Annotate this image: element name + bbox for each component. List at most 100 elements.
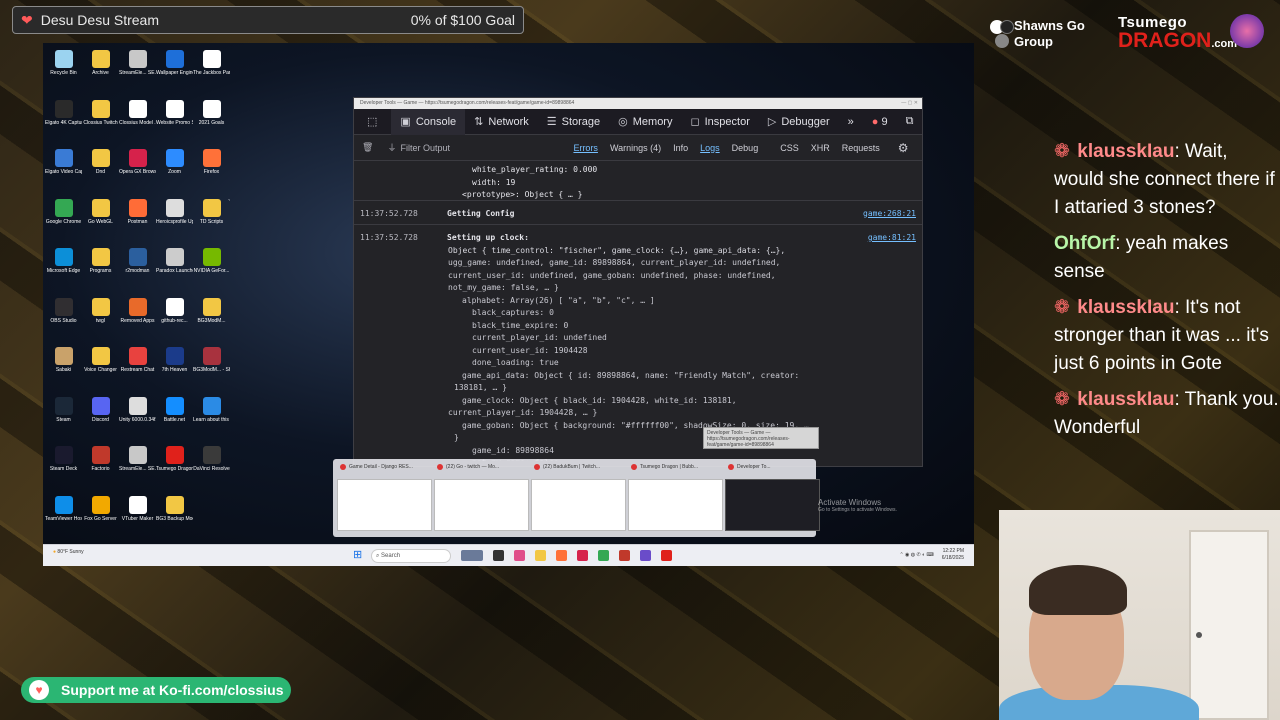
windows-start-icon[interactable]: ⊞ — [353, 550, 364, 561]
taskbar-thumbnail[interactable]: Game Detail - Django RES... — [337, 462, 432, 534]
tab-network[interactable]: ⇅ Network — [465, 109, 538, 135]
tab-console[interactable]: ▣ Console — [391, 108, 466, 135]
element-picker-icon[interactable]: ⬚ — [358, 109, 391, 135]
desktop-icon[interactable]: Opera GX Browser — [119, 146, 156, 196]
taskbar-thumbnail[interactable]: (22) Go - twitch — Mo... — [434, 462, 529, 534]
taskbar-app-icon[interactable] — [556, 550, 567, 561]
taskbar-app-icon[interactable] — [461, 550, 483, 561]
desktop-icon[interactable]: Clossius Twitch — [82, 97, 119, 147]
chat-username[interactable]: klausskIau — [1077, 297, 1174, 318]
settings-gear-icon[interactable]: ⚙ — [892, 141, 915, 155]
level-logs[interactable]: Logs — [694, 143, 726, 153]
taskbar-app-icon[interactable] — [493, 550, 504, 561]
desktop-icon[interactable]: 2021 Goals — [193, 97, 230, 147]
level-errors[interactable]: Errors — [567, 143, 604, 153]
desktop-icon[interactable]: Steam — [45, 394, 82, 444]
dock-icon[interactable]: ⧉ — [897, 109, 922, 135]
taskbar-thumbnail[interactable]: Tsumego Dragon | Bubb... — [628, 462, 723, 534]
console-source-link[interactable]: game:81:21 — [868, 233, 916, 242]
desktop-icon[interactable]: OBS Studio — [45, 295, 82, 345]
tab-memory[interactable]: ◎ Memory — [609, 109, 681, 135]
desktop-icon[interactable]: BG3ModM... - Shortcut — [193, 344, 230, 394]
level-info[interactable]: Info — [667, 143, 694, 153]
level-requests[interactable]: Requests — [836, 143, 886, 153]
trash-icon[interactable]: 🗑 — [362, 142, 373, 153]
desktop-icon[interactable]: Voice Changer — [82, 344, 119, 394]
taskbar-app-icon[interactable] — [640, 550, 651, 561]
filter-output-input[interactable]: ⏚ Filter Output — [387, 141, 567, 154]
taskbar-thumbnail[interactable]: (22) BadukBum | Twitch... — [531, 462, 626, 534]
taskbar-app-icon[interactable] — [598, 550, 609, 561]
taskbar-app-icon[interactable] — [619, 550, 630, 561]
desktop-icon[interactable]: TD Scripts — [193, 196, 230, 246]
desktop-icon[interactable]: The Jackbox Party Pack 3 — [193, 47, 230, 97]
level-warnings[interactable]: Warnings (4) — [604, 143, 667, 153]
desktop-icon[interactable]: Sabaki — [45, 344, 82, 394]
desktop-icon[interactable]: Fox Go Server — [82, 493, 119, 543]
tab-inspector[interactable]: ◻ Inspector — [681, 109, 758, 135]
desktop-icon[interactable]: Battle.net — [156, 394, 193, 444]
desktop-icon[interactable]: Learn about this picture — [193, 394, 230, 444]
desktop-icon[interactable]: r2modman — [119, 245, 156, 295]
taskbar-app-icon[interactable] — [661, 550, 672, 561]
more-tabs-chevron-icon[interactable]: » — [839, 109, 863, 135]
desktop-icon[interactable]: Elgato Video Capture — [45, 146, 82, 196]
tray-icons[interactable]: ⌃ ◉ ◍ ✆ ◐ ⌨ — [899, 552, 933, 559]
desktop-icon[interactable]: Dnd — [82, 146, 119, 196]
chat-username[interactable]: klausskIau — [1077, 389, 1174, 410]
tab-storage[interactable]: ☰ Storage — [538, 109, 609, 135]
desktop-icon[interactable]: Wallpaper Engine — [156, 47, 193, 97]
desktop-icon[interactable]: Discord — [82, 394, 119, 444]
desktop-icon[interactable]: DaVinci Resolve — [193, 443, 230, 493]
taskbar-app-icon[interactable] — [577, 550, 588, 561]
tab-debugger[interactable]: ▷ Debugger — [759, 109, 839, 135]
desktop-icon[interactable]: Factorio — [82, 443, 119, 493]
desktop-icon[interactable]: VTuber Maker — [119, 493, 156, 543]
desktop-icon[interactable]: Removed Apps — [119, 295, 156, 345]
desktop-icon[interactable]: TeamViewer Host — [45, 493, 82, 543]
level-css[interactable]: CSS — [774, 143, 805, 153]
desktop-icon[interactable]: Recycle Bin — [45, 47, 82, 97]
level-xhr[interactable]: XHR — [805, 143, 836, 153]
desktop-icon[interactable]: StreamEle... SE.Live — [119, 443, 156, 493]
desktop-icon[interactable]: Clossius Model ... — [119, 97, 156, 147]
desktop-icon[interactable]: Heroicsprofile Uploader — [156, 196, 193, 246]
taskbar-app-icon[interactable] — [514, 550, 525, 561]
chat-username[interactable]: klausskIau — [1077, 141, 1174, 162]
desktop-icon[interactable]: github-rec... — [156, 295, 193, 345]
desktop-icon[interactable]: Unity 6000.0.34f1 — [119, 394, 156, 444]
desktop-icon[interactable]: Programs — [82, 245, 119, 295]
desktop-icon-label: OBS Studio — [50, 317, 77, 324]
desktop-icon[interactable]: Elgato 4K Captur... — [45, 97, 82, 147]
desktop-icon[interactable]: Firefox — [193, 146, 230, 196]
desktop-icon[interactable]: BG3ModM... — [193, 295, 230, 345]
desktop-icon[interactable]: 7th Heaven — [156, 344, 193, 394]
desktop-icon[interactable]: Go WebGL — [82, 196, 119, 246]
level-debug[interactable]: Debug — [726, 143, 765, 153]
desktop-icon[interactable]: Google Chrome — [45, 196, 82, 246]
console-source-link[interactable]: game:268:21 — [863, 209, 916, 218]
chat-username[interactable]: OhfOrf — [1054, 233, 1115, 254]
desktop-icon[interactable]: Archive — [82, 47, 119, 97]
taskbar-search-input[interactable]: ⌕ Search — [371, 549, 451, 563]
desktop-icon[interactable]: Tsumego Dragon — [156, 443, 193, 493]
menu-icon[interactable]: ⋯ — [923, 109, 924, 135]
desktop-icon[interactable]: Postman — [119, 196, 156, 246]
desktop-icon[interactable]: StreamEle... SE.Live — [119, 47, 156, 97]
system-tray[interactable]: ⌃ ◉ ◍ ✆ ◐ ⌨ 12:22 PM 6/18/2025 — [899, 548, 964, 562]
weather-widget[interactable]: ● 80°F Sunny — [53, 549, 84, 555]
desktop-icon[interactable]: Website Promo Script — [156, 97, 193, 147]
desktop-icon[interactable]: BG3 Backup Mods — [156, 493, 193, 543]
desktop-icon[interactable]: Microsoft Edge — [45, 245, 82, 295]
kofi-support-banner[interactable]: ♥ Support me at Ko-fi.com/clossius — [21, 677, 291, 703]
desktop-icon[interactable]: twgl — [82, 295, 119, 345]
desktop-icon[interactable]: Restream Chat — [119, 344, 156, 394]
desktop-icon[interactable]: Steam Deck — [45, 443, 82, 493]
desktop-icon[interactable]: Zoom — [156, 146, 193, 196]
taskbar-thumbnail[interactable]: Developer To... — [725, 462, 820, 534]
desktop-icon[interactable]: NVIDIA GeFor... — [193, 245, 230, 295]
window-controls[interactable]: — ▢ ✕ — [862, 98, 922, 109]
error-count-badge[interactable]: ● 9 — [863, 109, 897, 135]
taskbar-app-icon[interactable] — [535, 550, 546, 561]
desktop-icon[interactable]: Paradox Launcher v2 — [156, 245, 193, 295]
